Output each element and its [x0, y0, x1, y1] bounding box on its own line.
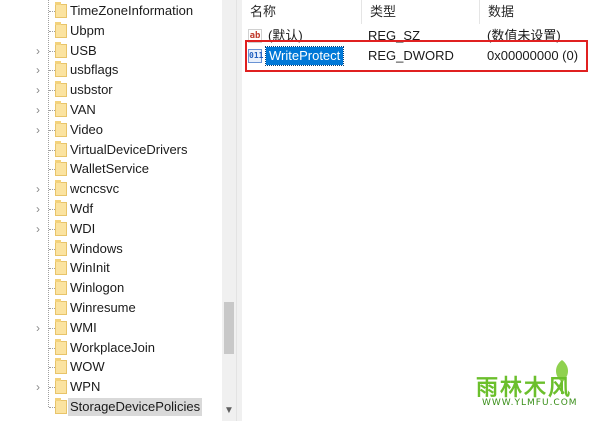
tree-item-label: WOW: [70, 359, 105, 375]
tree-item[interactable]: Winresume: [0, 298, 222, 318]
folder-icon: [55, 259, 67, 276]
tree-item[interactable]: › VAN: [0, 100, 222, 120]
tree-item-label: Ubpm: [70, 22, 105, 38]
value-name: (默认): [268, 28, 303, 43]
column-header-name-label: 名称: [250, 4, 277, 19]
tree-item-label: Video: [70, 121, 104, 137]
chevron-right-icon[interactable]: ›: [32, 44, 44, 58]
tree-item[interactable]: WorkplaceJoin: [0, 338, 222, 358]
tree-item-label: USB: [70, 42, 97, 58]
tree-item[interactable]: › WPN: [0, 377, 222, 397]
tree-item[interactable]: StorageDevicePolicies: [0, 397, 222, 417]
folder-icon: [55, 81, 67, 98]
folder-icon: [55, 358, 67, 375]
tree-item[interactable]: › usbflags: [0, 60, 222, 80]
tree-item-label: TimeZoneInformation: [70, 3, 194, 18]
folder-icon: [55, 239, 67, 256]
chevron-right-icon[interactable]: ›: [32, 222, 44, 236]
tree-item[interactable]: Winlogon: [0, 278, 222, 298]
tree-item-label: WinInit: [70, 260, 110, 276]
value-type: REG_SZ: [368, 28, 421, 43]
tree-item[interactable]: VirtualDeviceDrivers: [0, 140, 222, 160]
chevron-right-icon[interactable]: ›: [32, 63, 44, 77]
column-header-data-label: 数据: [488, 4, 515, 19]
tree-item-label: VAN: [70, 102, 96, 117]
scroll-down-arrow-icon[interactable]: ▼: [222, 403, 236, 419]
folder-icon: [55, 120, 67, 137]
tree-vertical-scrollbar[interactable]: ▼: [222, 0, 236, 421]
tree-item-label: usbstor: [70, 82, 113, 98]
folder-icon: [55, 180, 67, 197]
tree-item-label: WalletService: [70, 161, 149, 177]
tree-item[interactable]: › USB: [0, 41, 222, 61]
tree-item[interactable]: › Wdf: [0, 199, 222, 219]
registry-key-tree[interactable]: TimeZoneInformation Ubpm › USB › usbflags › usb…: [0, 0, 222, 421]
chevron-right-icon[interactable]: ›: [32, 103, 44, 117]
value-row[interactable]: 011 WriteProtect REG_DWORD 0x00000000 (0): [242, 45, 600, 67]
tree-item-label: Wdf: [70, 201, 94, 216]
tree-item-label: wcncsvc: [70, 181, 120, 197]
tree-item-label: Windows: [70, 240, 123, 256]
tree-item[interactable]: Ubpm: [0, 21, 222, 41]
folder-icon: [55, 378, 67, 395]
tree-item[interactable]: Windows: [0, 239, 222, 259]
tree-item[interactable]: › wcncsvc: [0, 179, 222, 199]
tree-item[interactable]: TimeZoneInformation: [0, 1, 222, 21]
folder-icon: [55, 61, 67, 78]
column-header-type[interactable]: 类型: [362, 0, 480, 24]
string-value-icon: ab: [248, 29, 262, 43]
value-data: (数值未设置): [487, 28, 561, 43]
tree-item-label: StorageDevicePolicies: [68, 398, 203, 416]
chevron-right-icon[interactable]: ›: [32, 123, 44, 137]
dword-value-icon: 011: [248, 49, 263, 63]
tree-item-label: Winresume: [70, 300, 136, 315]
value-name: WriteProtect: [264, 46, 345, 66]
tree-item[interactable]: › usbstor: [0, 80, 222, 100]
value-data: 0x00000000 (0): [487, 48, 579, 63]
tree-item-label: WDI: [70, 220, 96, 236]
tree-item[interactable]: › WDI: [0, 219, 222, 239]
scrollbar-thumb[interactable]: [224, 302, 234, 354]
chevron-right-icon[interactable]: ›: [32, 182, 44, 196]
tree-item[interactable]: › WMI: [0, 318, 222, 338]
tree-item[interactable]: WalletService: [0, 159, 222, 179]
folder-icon: [55, 219, 67, 236]
folder-icon: [55, 279, 67, 296]
tree-item-label: WPN: [70, 379, 101, 395]
tree-item-label: WMI: [70, 319, 97, 335]
folder-icon: [55, 41, 67, 58]
tree-item[interactable]: › Video: [0, 120, 222, 140]
tree-item-label: WorkplaceJoin: [70, 339, 156, 355]
chevron-right-icon[interactable]: ›: [32, 83, 44, 97]
value-type: REG_DWORD: [368, 48, 454, 63]
folder-icon: [55, 140, 67, 157]
tree-item-label: Winlogon: [70, 280, 125, 296]
folder-icon: [55, 398, 67, 414]
folder-icon: [55, 200, 67, 216]
column-header-data[interactable]: 数据: [480, 0, 600, 24]
folder-icon: [55, 2, 67, 18]
tree-item-label: VirtualDeviceDrivers: [70, 141, 188, 157]
chevron-right-icon[interactable]: ›: [32, 321, 44, 335]
folder-icon: [55, 101, 67, 117]
column-header-type-label: 类型: [370, 4, 397, 19]
column-header-name[interactable]: 名称: [242, 0, 362, 24]
folder-icon: [55, 21, 67, 38]
folder-icon: [55, 160, 67, 177]
tree-item-label: usbflags: [70, 62, 119, 78]
folder-icon: [55, 338, 67, 355]
tree-item[interactable]: WinInit: [0, 258, 222, 278]
tree-item[interactable]: WOW: [0, 357, 222, 377]
chevron-right-icon[interactable]: ›: [32, 202, 44, 216]
chevron-right-icon[interactable]: ›: [32, 380, 44, 394]
folder-icon: [55, 299, 67, 315]
registry-values-list[interactable]: 名称 类型 数据 ab (默认) REG_SZ (数值未设置) 011 WriteProt…: [242, 0, 600, 421]
value-row[interactable]: ab (默认) REG_SZ (数值未设置): [242, 25, 600, 47]
folder-icon: [55, 318, 67, 335]
